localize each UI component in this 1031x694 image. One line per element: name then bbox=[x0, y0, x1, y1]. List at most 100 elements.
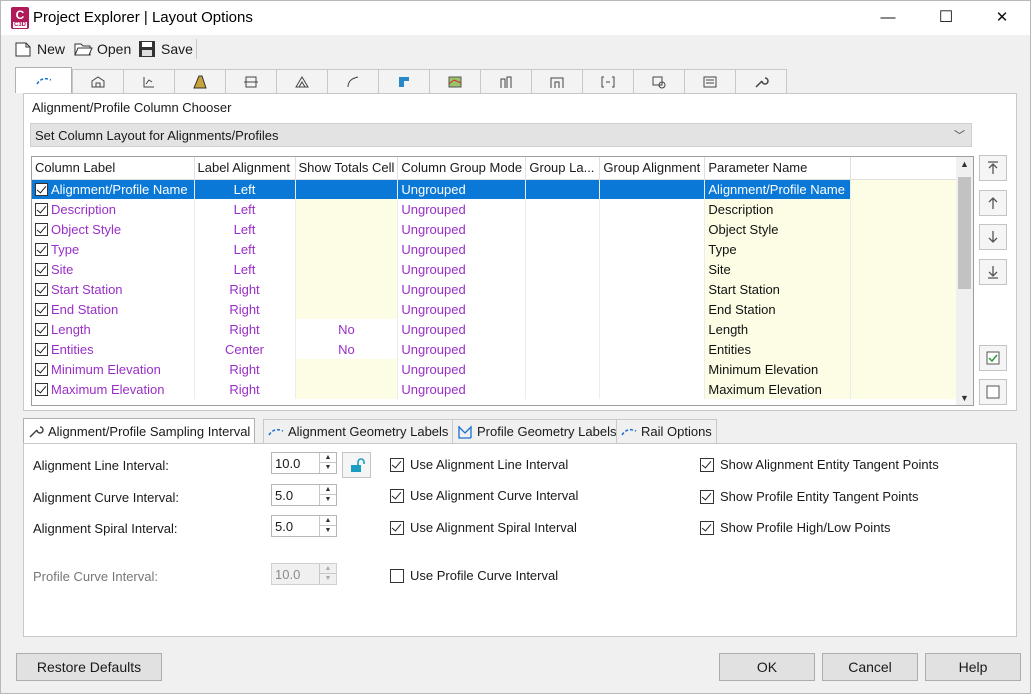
restore-defaults-button[interactable]: Restore Defaults bbox=[16, 653, 162, 681]
spiral-interval-value[interactable]: 5.0 bbox=[275, 519, 293, 534]
group-alignment-cell[interactable] bbox=[599, 379, 706, 399]
group-alignment-cell[interactable] bbox=[599, 239, 706, 259]
row-visibility-checkbox[interactable] bbox=[35, 382, 48, 396]
move-to-bottom-button[interactable] bbox=[979, 259, 1007, 285]
column-label-cell[interactable]: End Station bbox=[32, 299, 195, 319]
cancel-button[interactable]: Cancel bbox=[822, 653, 918, 681]
column-label-cell[interactable]: Start Station bbox=[32, 279, 195, 299]
spin-up-icon[interactable]: ▲ bbox=[320, 485, 336, 495]
spin-down-icon[interactable]: ▼ bbox=[320, 463, 336, 473]
table-row[interactable]: Maximum Elevation Right Ungrouped Maximum E… bbox=[32, 379, 962, 399]
label-alignment-cell[interactable]: Center bbox=[194, 339, 296, 359]
label-alignment-cell[interactable]: Left bbox=[194, 219, 296, 239]
group-label-cell[interactable] bbox=[525, 339, 601, 359]
group-mode-cell[interactable]: Ungrouped bbox=[397, 239, 527, 259]
lock-button[interactable] bbox=[342, 452, 371, 478]
group-alignment-cell[interactable] bbox=[599, 319, 706, 339]
tab-profiles[interactable] bbox=[123, 69, 175, 93]
show-totals-cell[interactable] bbox=[295, 259, 399, 279]
row-visibility-checkbox[interactable] bbox=[35, 242, 48, 256]
group-label-cell[interactable] bbox=[525, 199, 601, 219]
open-button[interactable]: Open bbox=[73, 37, 131, 61]
checkbox-checked[interactable] bbox=[700, 520, 714, 535]
table-row[interactable]: Length Right No Ungrouped Length bbox=[32, 319, 962, 339]
show-totals-cell[interactable]: No bbox=[295, 319, 399, 339]
header-show-totals[interactable]: Show Totals Cell bbox=[295, 157, 399, 180]
line-interval-stepper[interactable]: ▲ ▼ bbox=[319, 453, 336, 473]
group-label-cell[interactable] bbox=[525, 239, 601, 259]
spin-up-icon[interactable]: ▲ bbox=[320, 516, 336, 526]
tab-assemblies[interactable] bbox=[582, 69, 634, 93]
label-alignment-cell[interactable]: Right bbox=[194, 299, 296, 319]
group-label-cell[interactable] bbox=[525, 299, 601, 319]
save-button[interactable]: Save bbox=[137, 37, 193, 61]
tab-sites[interactable] bbox=[72, 69, 124, 93]
column-label-cell[interactable]: Minimum Elevation bbox=[32, 359, 195, 379]
header-column-label[interactable]: Column Label bbox=[32, 157, 195, 180]
use-curve-interval-checkbox[interactable]: Use Alignment Curve Interval bbox=[390, 488, 578, 503]
row-visibility-checkbox[interactable] bbox=[35, 302, 48, 316]
group-alignment-cell[interactable] bbox=[599, 299, 706, 319]
maximize-button[interactable]: ☐ bbox=[923, 1, 969, 35]
group-alignment-cell[interactable] bbox=[599, 279, 706, 299]
label-alignment-cell[interactable]: Right bbox=[194, 359, 296, 379]
group-alignment-cell[interactable] bbox=[599, 199, 706, 219]
table-row[interactable]: Entities Center No Ungrouped Entities bbox=[32, 339, 962, 359]
table-row[interactable]: Site Left Ungrouped Site bbox=[32, 259, 962, 279]
tab-pressure-networks[interactable] bbox=[531, 69, 583, 93]
tab-settings[interactable] bbox=[735, 69, 787, 93]
table-row[interactable]: End Station Right Ungrouped End Station bbox=[32, 299, 962, 319]
curve-interval-stepper[interactable]: ▲ ▼ bbox=[319, 485, 336, 505]
group-label-cell[interactable] bbox=[525, 279, 601, 299]
label-alignment-cell[interactable]: Left bbox=[194, 179, 296, 199]
show-totals-cell[interactable] bbox=[295, 379, 399, 399]
minimize-button[interactable]: — bbox=[865, 1, 911, 35]
grid-vertical-scrollbar[interactable]: ▲ ▼ bbox=[956, 157, 973, 405]
show-totals-cell[interactable] bbox=[295, 359, 399, 379]
row-visibility-checkbox[interactable] bbox=[35, 222, 48, 236]
header-parameter-name[interactable]: Parameter Name bbox=[704, 157, 852, 180]
check-all-button[interactable] bbox=[979, 345, 1007, 371]
group-alignment-cell[interactable] bbox=[599, 179, 706, 199]
label-alignment-cell[interactable]: Right bbox=[194, 279, 296, 299]
spiral-interval-spinner[interactable]: 5.0 ▲ ▼ bbox=[271, 515, 337, 537]
show-profile-tangent-checkbox[interactable]: Show Profile Entity Tangent Points bbox=[700, 489, 919, 504]
table-row[interactable]: Type Left Ungrouped Type bbox=[32, 239, 962, 259]
group-label-cell[interactable] bbox=[525, 319, 601, 339]
checkbox-checked[interactable] bbox=[390, 488, 404, 503]
group-mode-cell[interactable]: Ungrouped bbox=[397, 379, 527, 399]
curve-interval-value[interactable]: 5.0 bbox=[275, 488, 293, 503]
header-group-label[interactable]: Group La... bbox=[525, 157, 601, 180]
label-alignment-cell[interactable]: Left bbox=[194, 239, 296, 259]
column-label-cell[interactable]: Site bbox=[32, 259, 195, 279]
show-totals-cell[interactable] bbox=[295, 179, 399, 199]
tab-alignment-geometry-labels[interactable]: Alignment Geometry Labels bbox=[263, 419, 454, 443]
group-alignment-cell[interactable] bbox=[599, 339, 706, 359]
header-group-alignment[interactable]: Group Alignment bbox=[599, 157, 706, 180]
new-button[interactable]: New bbox=[13, 37, 65, 61]
group-alignment-cell[interactable] bbox=[599, 359, 706, 379]
group-mode-cell[interactable]: Ungrouped bbox=[397, 219, 527, 239]
checkbox-checked[interactable] bbox=[390, 520, 404, 535]
table-row[interactable]: Object Style Left Ungrouped Object Style bbox=[32, 219, 962, 239]
tab-pipe-networks[interactable] bbox=[480, 69, 532, 93]
use-spiral-interval-checkbox[interactable]: Use Alignment Spiral Interval bbox=[390, 520, 577, 535]
column-label-cell[interactable]: Alignment/Profile Name bbox=[32, 179, 195, 199]
group-label-cell[interactable] bbox=[525, 359, 601, 379]
use-line-interval-checkbox[interactable]: Use Alignment Line Interval bbox=[390, 457, 568, 472]
show-totals-cell[interactable]: No bbox=[295, 339, 399, 359]
scroll-down-icon[interactable]: ▼ bbox=[956, 393, 973, 403]
uncheck-all-button[interactable] bbox=[979, 379, 1007, 405]
spin-down-icon[interactable]: ▼ bbox=[320, 526, 336, 536]
table-row[interactable]: Minimum Elevation Right Ungrouped Minimum E… bbox=[32, 359, 962, 379]
scroll-thumb[interactable] bbox=[958, 177, 971, 289]
group-mode-cell[interactable]: Ungrouped bbox=[397, 199, 527, 219]
help-button[interactable]: Help bbox=[925, 653, 1021, 681]
line-interval-value[interactable]: 10.0 bbox=[275, 456, 300, 471]
column-label-cell[interactable]: Description bbox=[32, 199, 195, 219]
show-high-low-checkbox[interactable]: Show Profile High/Low Points bbox=[700, 520, 891, 535]
spin-up-icon[interactable]: ▲ bbox=[320, 453, 336, 463]
column-label-cell[interactable]: Length bbox=[32, 319, 195, 339]
row-visibility-checkbox[interactable] bbox=[35, 362, 48, 376]
tab-surfaces[interactable] bbox=[276, 69, 328, 93]
